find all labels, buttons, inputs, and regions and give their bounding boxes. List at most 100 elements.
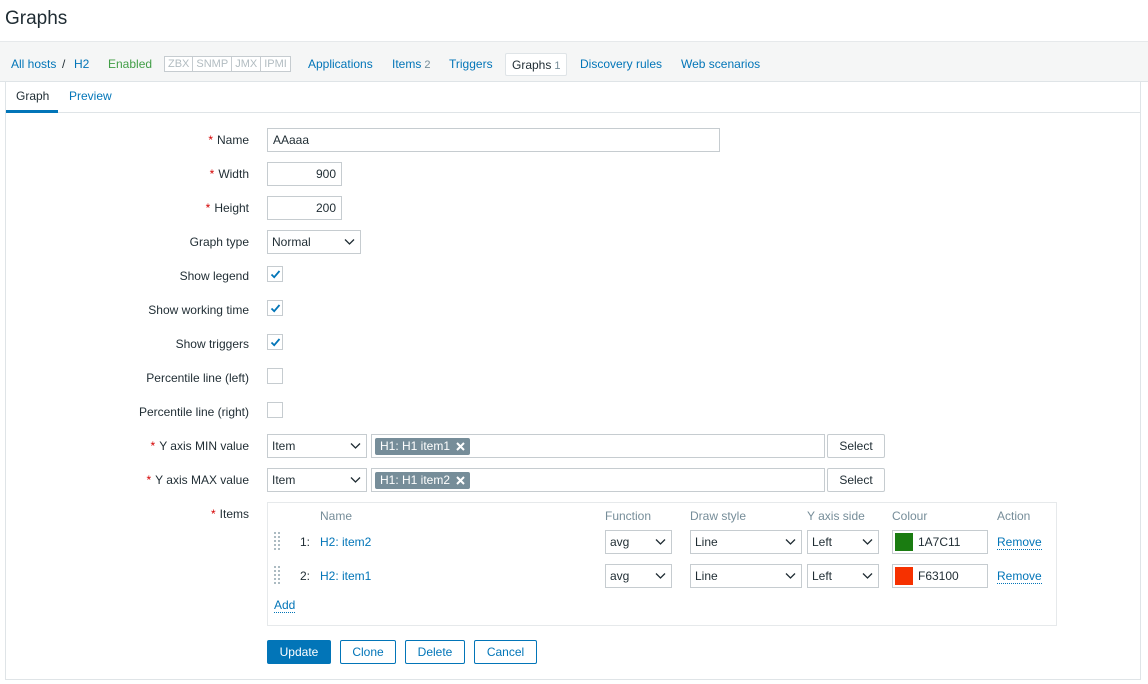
width-label-text: Width [218, 167, 249, 181]
nav-graphs[interactable]: Graphs 1 [505, 53, 568, 76]
height-input[interactable]: 200 [267, 196, 342, 220]
host-navigation: All hosts / H2 Enabled ZBX SNMP JMX IPMI… [0, 41, 1148, 82]
breadcrumb-host[interactable]: H2 [74, 57, 89, 71]
item-name-link[interactable]: H2: item1 [320, 569, 371, 583]
ymin-label: * Y axis MIN value [151, 439, 249, 453]
breadcrumb-all-hosts[interactable]: All hosts [11, 57, 56, 71]
colour-swatch[interactable] [895, 533, 913, 551]
page-title: Graphs [5, 8, 68, 29]
availability-zbx: ZBX [165, 57, 194, 71]
required-marker: * [208, 133, 213, 147]
ymin-select-button[interactable]: Select [827, 434, 885, 458]
checkmark-icon [270, 270, 281, 279]
ymin-item-multiselect[interactable]: H1: H1 item1 [371, 434, 825, 458]
delete-button[interactable]: Delete [405, 640, 465, 664]
item-name-link[interactable]: H2: item2 [320, 535, 371, 549]
name-input[interactable]: AAaaa [267, 128, 720, 152]
row-number: 1: [300, 535, 311, 549]
nav-applications[interactable]: Applications [308, 57, 373, 71]
chevron-down-icon [862, 539, 873, 545]
show-working-time-label: Show working time [148, 303, 249, 317]
colour-value: 1A7C11 [918, 535, 961, 549]
update-button[interactable]: Update [267, 640, 331, 664]
nav-web-scenarios[interactable]: Web scenarios [681, 57, 760, 71]
y-axis-side-select[interactable]: Left [807, 564, 879, 588]
colour-picker[interactable]: 1A7C11 [892, 530, 988, 554]
ymax-item-multiselect[interactable]: H1: H1 item2 [371, 468, 825, 492]
tab-preview[interactable]: Preview [69, 89, 112, 103]
colour-picker[interactable]: F63100 [892, 564, 988, 588]
show-triggers-checkbox[interactable] [267, 334, 283, 350]
ymax-label-text: Y axis MAX value [155, 473, 249, 487]
ymin-type-select[interactable]: Item [267, 434, 367, 458]
ymin-item-tag-label: H1: H1 item1 [380, 439, 451, 453]
height-label: * Height [206, 201, 249, 215]
colour-swatch[interactable] [895, 567, 913, 585]
nav-triggers[interactable]: Triggers [449, 57, 493, 71]
width-label: * Width [210, 167, 249, 181]
draw-style-select[interactable]: Line [690, 530, 802, 554]
chevron-down-icon [785, 539, 796, 545]
ymax-item-tag-label: H1: H1 item2 [380, 473, 451, 487]
show-triggers-label: Show triggers [175, 337, 249, 351]
required-marker: * [205, 201, 211, 215]
ymax-type-value: Item [272, 473, 296, 487]
add-item-link[interactable]: Add [274, 599, 296, 613]
remove-item-link[interactable]: Remove [997, 536, 1042, 550]
tab-graph[interactable]: Graph [16, 89, 49, 103]
column-header-function: Function [605, 509, 652, 523]
percentile-right-checkbox[interactable] [267, 402, 283, 418]
ymax-type-select[interactable]: Item [267, 468, 367, 492]
percentile-left-label: Percentile line (left) [146, 371, 249, 385]
required-marker: * [150, 439, 156, 453]
breadcrumb-separator: / [62, 57, 66, 71]
draw-style-value: Line [695, 569, 718, 583]
drag-handle-icon[interactable] [274, 566, 280, 584]
clone-button[interactable]: Clone [340, 640, 396, 664]
column-header-draw-style: Draw style [690, 509, 747, 523]
nav-items-label: Items [392, 57, 422, 71]
function-select[interactable]: avg [605, 564, 672, 588]
remove-item-link[interactable]: Remove [997, 570, 1042, 584]
close-icon[interactable] [456, 476, 465, 485]
active-tab-indicator [6, 110, 58, 113]
y-axis-side-select[interactable]: Left [807, 530, 879, 554]
percentile-left-checkbox[interactable] [267, 368, 283, 384]
height-label-text: Height [214, 201, 249, 215]
nav-discovery-rules[interactable]: Discovery rules [580, 57, 662, 71]
close-icon[interactable] [456, 442, 465, 451]
show-working-time-checkbox[interactable] [267, 300, 283, 316]
y-axis-side-value: Left [812, 535, 833, 549]
drag-handle-icon[interactable] [274, 532, 280, 550]
percentile-right-label: Percentile line (right) [138, 405, 249, 419]
form-tabs: Graph Preview [6, 82, 1140, 113]
availability-indicators: ZBX SNMP JMX IPMI [164, 56, 291, 72]
function-select[interactable]: avg [605, 530, 672, 554]
column-header-name: Name [320, 509, 353, 523]
chevron-down-icon [655, 573, 666, 579]
availability-jmx: JMX [232, 57, 262, 71]
graph-type-select[interactable]: Normal [267, 230, 361, 254]
required-marker: * [146, 473, 152, 487]
width-input[interactable]: 900 [267, 162, 342, 186]
items-label: * Items [211, 507, 249, 521]
row-number: 2: [300, 569, 311, 583]
host-status[interactable]: Enabled [108, 57, 152, 71]
chevron-down-icon [350, 477, 361, 483]
graph-type-value: Normal [272, 235, 311, 249]
function-value: avg [610, 569, 630, 583]
column-header-action: Action [997, 509, 1031, 523]
ymax-select-button[interactable]: Select [827, 468, 885, 492]
nav-graphs-label: Graphs [512, 58, 552, 72]
items-table: Name Function Draw style Y axis side Col… [267, 502, 1057, 626]
name-label-text: Name [216, 133, 249, 147]
availability-ipmi: IPMI [261, 57, 290, 71]
show-legend-checkbox[interactable] [267, 266, 283, 282]
graph-form: Graph Preview * Name AAaaa * Width 900 * He… [5, 82, 1141, 680]
function-value: avg [610, 535, 630, 549]
nav-items[interactable]: Items 2 [392, 57, 430, 71]
chevron-down-icon [350, 443, 361, 449]
required-marker: * [210, 507, 216, 521]
cancel-button[interactable]: Cancel [474, 640, 537, 664]
draw-style-select[interactable]: Line [690, 564, 802, 588]
